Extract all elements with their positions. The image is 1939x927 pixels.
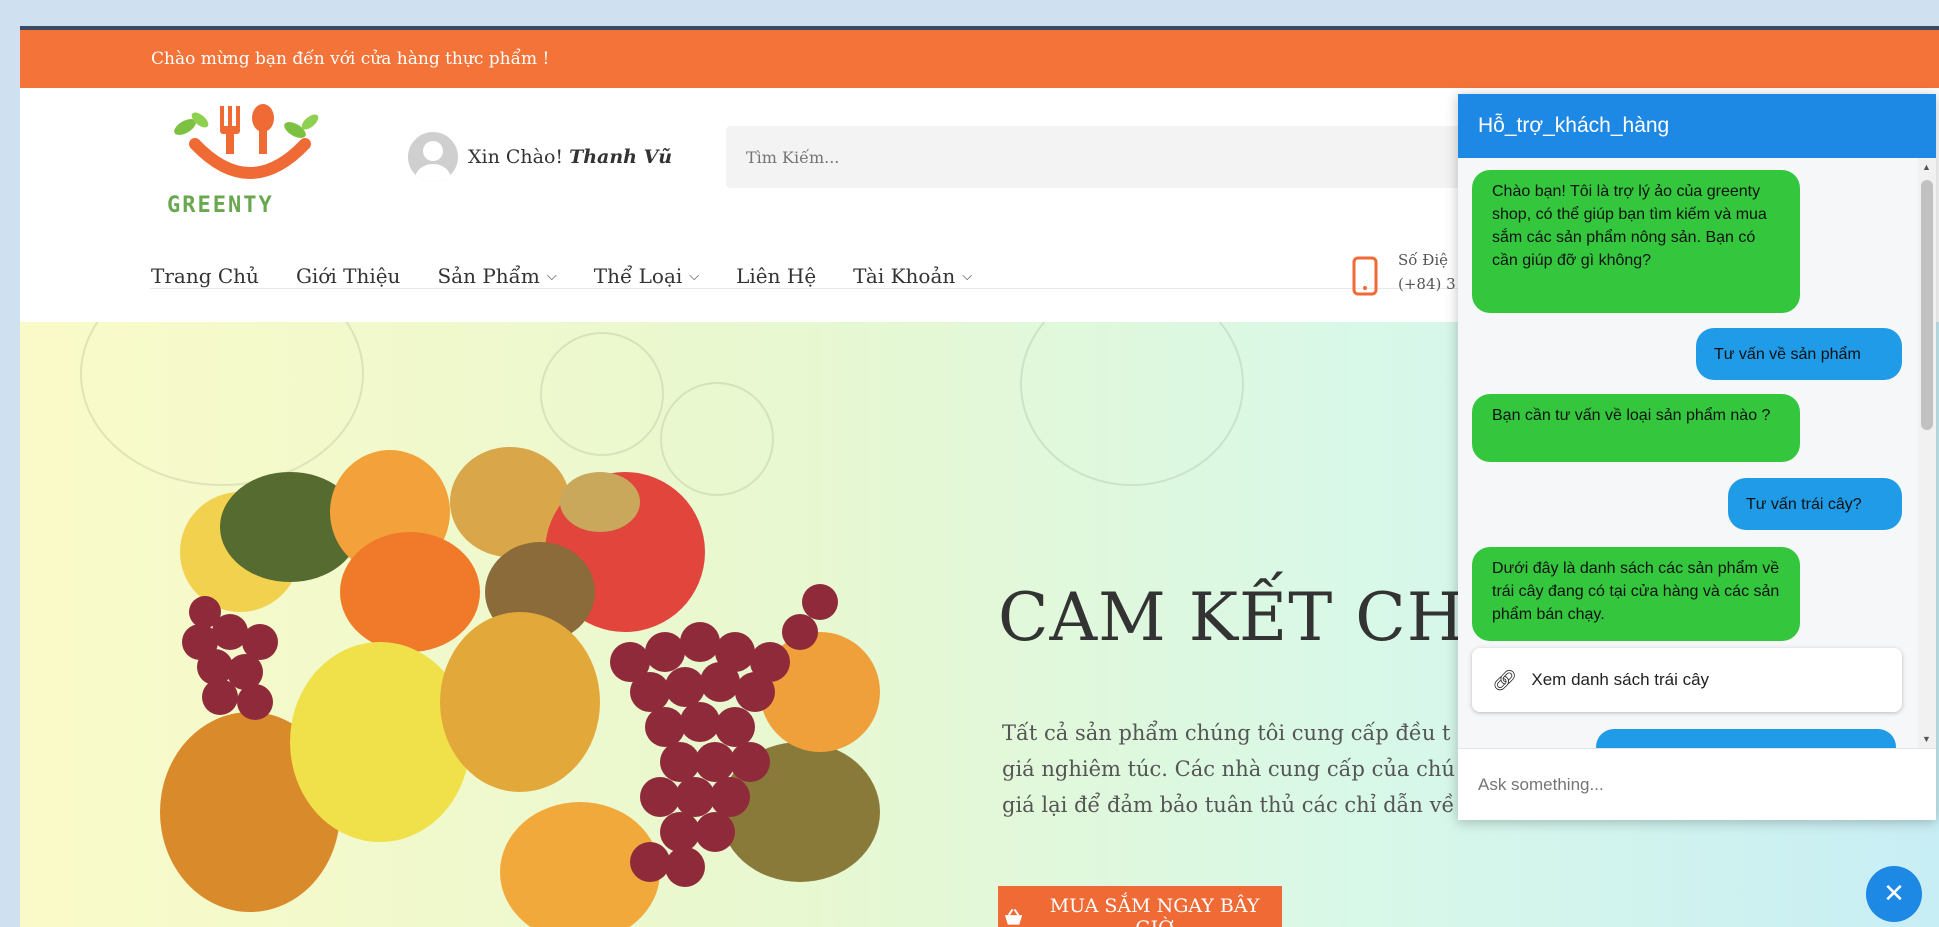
bot-message: Chào bạn! Tôi là trợ lý ảo của greenty s… — [1472, 170, 1800, 313]
chat-messages[interactable]: Chào bạn! Tôi là trợ lý ảo của greenty s… — [1458, 158, 1936, 748]
search-input[interactable] — [726, 126, 1486, 188]
close-chat-button[interactable]: ✕ — [1866, 866, 1922, 922]
close-icon: ✕ — [1883, 879, 1905, 909]
chevron-down-icon: ⌵ — [962, 268, 973, 284]
greenty-logo[interactable]: GREENTY — [165, 102, 335, 218]
avatar[interactable] — [408, 132, 458, 182]
chat-title: Hỗ_trợ_khách_hàng — [1478, 114, 1670, 137]
fruit-pile-image — [160, 447, 880, 927]
chevron-down-icon: ⌵ — [689, 268, 700, 284]
nav-item-trang-chu[interactable]: Trang Chủ — [151, 264, 259, 288]
deco-circle — [1020, 322, 1244, 486]
link-icon: 🔗︎ — [1492, 669, 1518, 692]
chat-input[interactable] — [1458, 748, 1936, 820]
chat-scrollbar[interactable]: ▲ ▼ — [1918, 158, 1936, 748]
username[interactable]: Thanh Vũ — [569, 146, 672, 168]
header-divider — [150, 288, 1550, 289]
main-nav: Trang Chủ Giới Thiệu Sản Phẩm ⌵ Thể Loại ⌵… — [151, 264, 1009, 288]
bot-message: Dưới đây là danh sách các sản phẩm về tr… — [1472, 547, 1800, 641]
chevron-down-icon: ⌵ — [546, 268, 557, 284]
phone-icon — [1352, 256, 1378, 296]
nav-item-san-pham[interactable]: Sản Phẩm ⌵ — [437, 264, 556, 288]
phone-label: Số Điệ — [1398, 251, 1449, 269]
greeting-text: Xin Chào! — [468, 146, 564, 168]
nav-item-gioi-thieu[interactable]: Giới Thiệu — [296, 264, 401, 288]
logo-wordmark: GREENTY — [167, 193, 274, 218]
nav-item-lien-he[interactable]: Liên Hệ — [736, 264, 816, 288]
phone-info: Số Điệ (+84) 3 — [1398, 248, 1456, 296]
scroll-up-icon[interactable]: ▲ — [1922, 162, 1931, 172]
welcome-text: Chào mừng bạn đến với cửa hàng thực phẩm… — [151, 49, 550, 69]
view-fruit-list-option[interactable]: 🔗︎ Xem danh sách trái cây — [1472, 648, 1902, 712]
scroll-down-icon[interactable]: ▼ — [1922, 734, 1931, 744]
chat-header: Hỗ_trợ_khách_hàng — [1458, 94, 1936, 158]
user-greeting: Xin Chào! Thanh Vũ — [408, 132, 672, 182]
user-message-partial — [1596, 729, 1896, 748]
bot-message: Bạn cần tư vấn về loại sản phẩm nào ? — [1472, 394, 1800, 462]
scroll-thumb[interactable] — [1921, 180, 1933, 430]
user-message: Tư vấn về sản phẩm — [1696, 328, 1902, 380]
basket-icon — [1004, 908, 1023, 925]
user-message: Tư vấn trái cây? — [1728, 478, 1902, 530]
top-bar: Chào mừng bạn đến với cửa hàng thực phẩm… — [20, 30, 1939, 88]
nav-item-tai-khoan[interactable]: Tài Khoản ⌵ — [853, 264, 972, 288]
shop-now-button[interactable]: MUA SẮM NGAY BÂY GIỜ — [998, 886, 1282, 927]
nav-item-the-loai[interactable]: Thể Loại ⌵ — [594, 264, 699, 288]
chat-widget: Hỗ_trợ_khách_hàng Chào bạn! Tôi là trợ l… — [1458, 94, 1936, 820]
phone-number[interactable]: (+84) 3 — [1398, 272, 1456, 296]
deco-circle — [540, 332, 664, 456]
